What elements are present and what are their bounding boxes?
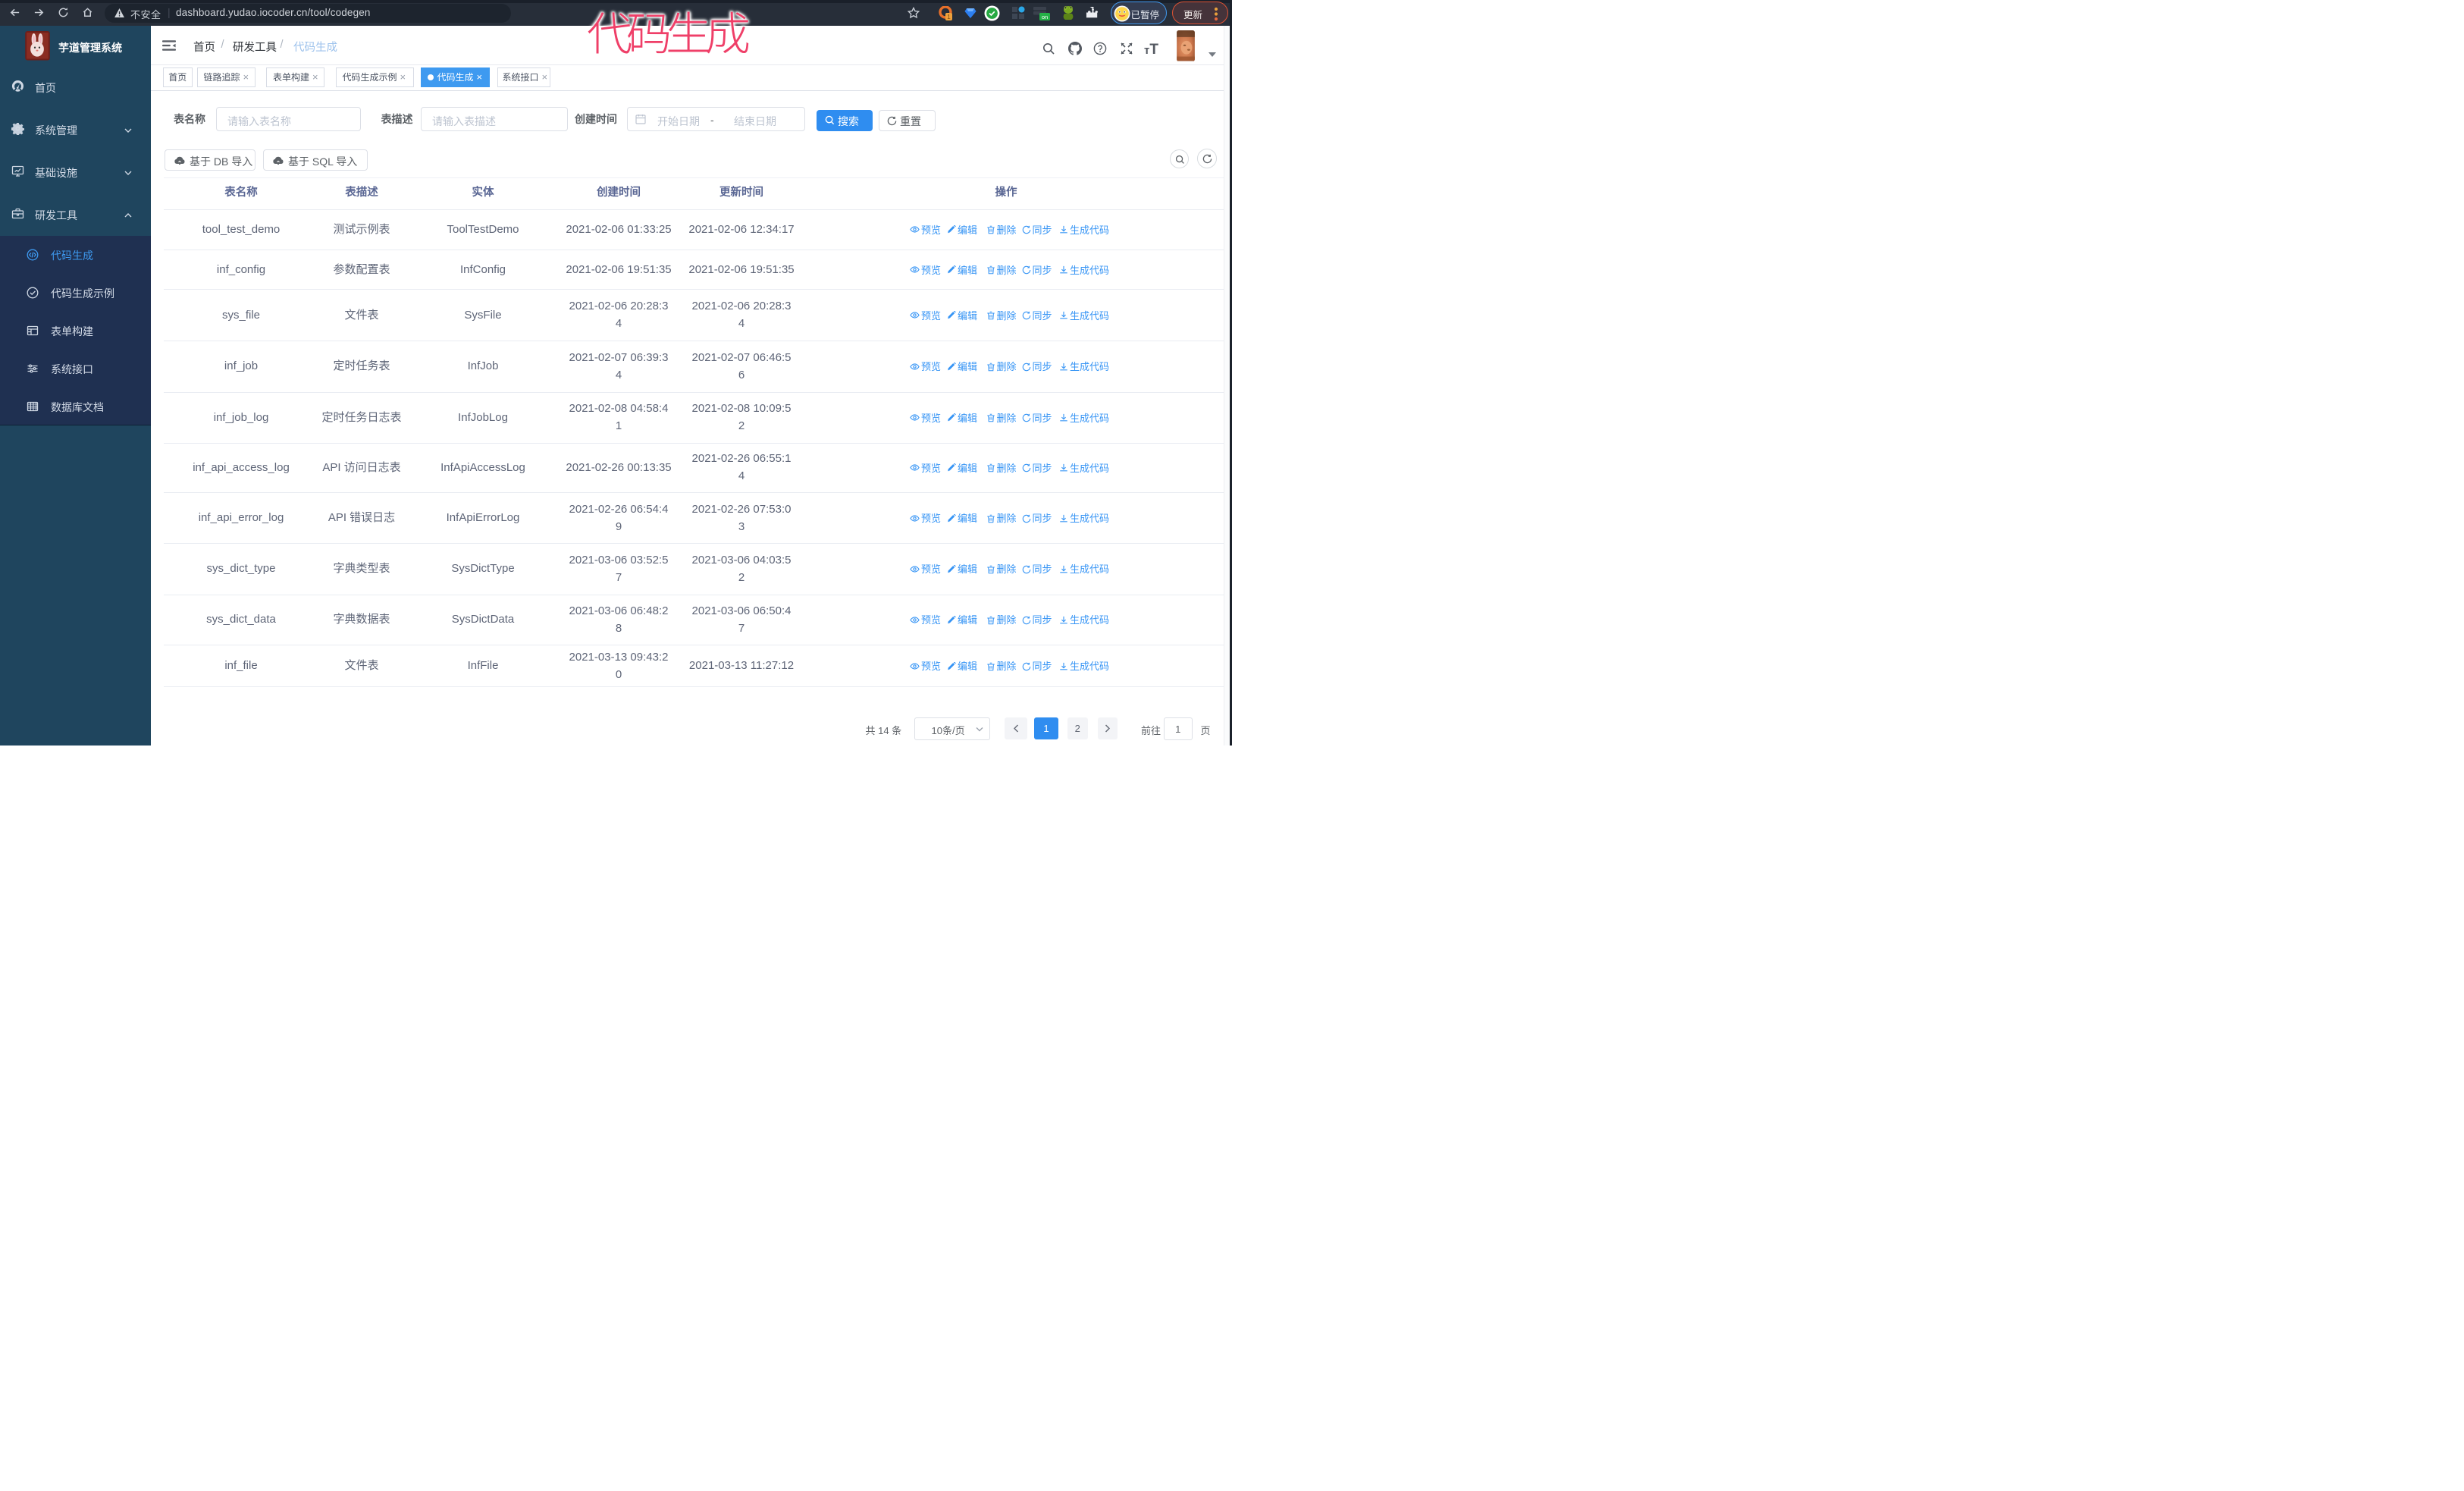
svg-text:1: 1	[947, 14, 951, 20]
svg-text:on: on	[1042, 14, 1048, 20]
